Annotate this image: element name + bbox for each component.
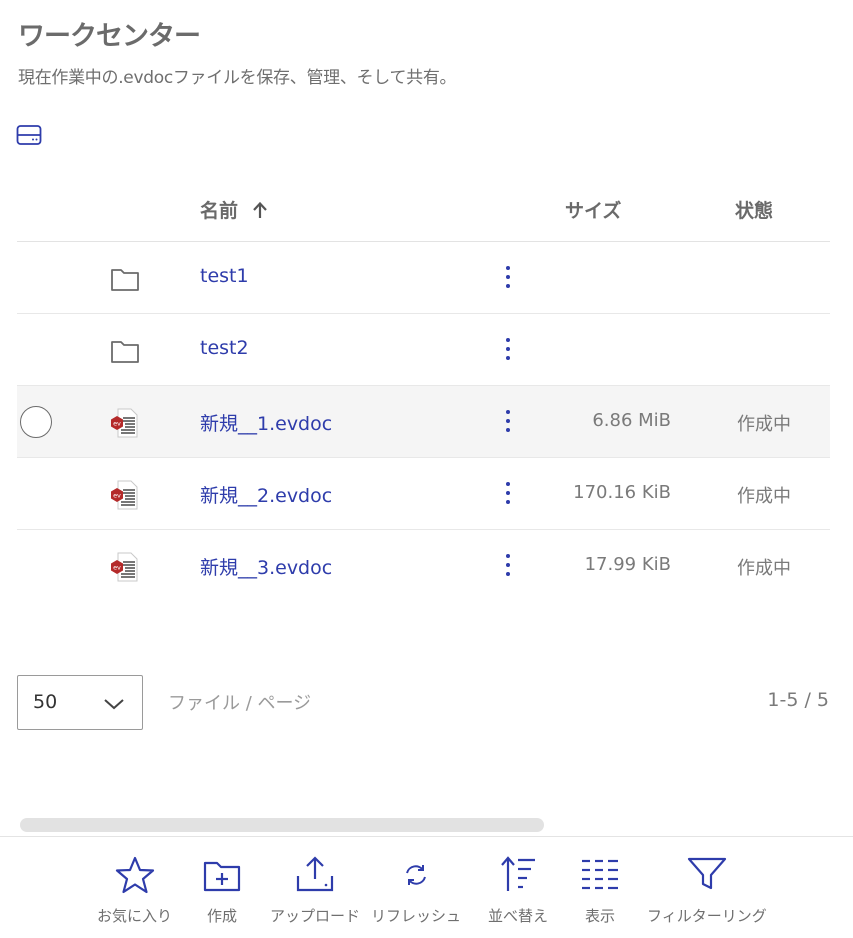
folder-icon [111, 341, 139, 363]
select-radio[interactable] [20, 406, 52, 438]
file-name-link[interactable]: 新規__3.evdoc [200, 553, 332, 580]
star-icon [115, 856, 154, 894]
page-title: ワークセンター [18, 21, 201, 52]
table-row[interactable]: test2 [17, 314, 830, 386]
page-subtitle: 現在作業中の.evdocファイルを保存、管理、そして共有。 [18, 68, 457, 88]
file-state: 作成中 [737, 558, 791, 579]
evdoc-file-icon: ev [111, 480, 138, 510]
per-page-select[interactable]: 50 [17, 675, 143, 730]
more-options-icon[interactable] [500, 336, 516, 362]
svg-text:ev: ev [113, 564, 121, 572]
svg-text:ev: ev [113, 492, 121, 500]
refresh-icon [406, 865, 426, 885]
drive-icon[interactable] [16, 124, 42, 146]
view-button[interactable]: 表示 [580, 855, 620, 926]
arrow-up-icon [253, 201, 267, 218]
upload-icon [296, 856, 334, 892]
file-state: 作成中 [737, 414, 791, 435]
column-header-name[interactable]: 名前 [200, 196, 268, 223]
horizontal-scrollbar[interactable] [20, 818, 544, 832]
more-options-icon[interactable] [500, 552, 516, 578]
favorites-button[interactable]: お気に入り [97, 855, 172, 926]
chevron-down-icon [104, 699, 124, 710]
table-row[interactable]: ev 新規__2.evdoc 170.16 KiB 作成中 [17, 458, 830, 530]
filter-icon [687, 857, 726, 890]
column-header-size[interactable]: サイズ [565, 196, 621, 223]
per-page-value: 50 [33, 691, 58, 713]
file-name-link[interactable]: test2 [200, 337, 249, 359]
folder-plus-icon [203, 861, 241, 892]
table-row[interactable]: ev 新規__3.evdoc 17.99 KiB 作成中 [17, 530, 830, 602]
table-header: 名前 サイズ 状態 [17, 176, 830, 242]
list-view-icon [582, 859, 618, 890]
more-options-icon[interactable] [500, 480, 516, 506]
more-options-icon[interactable] [500, 264, 516, 290]
more-options-icon[interactable] [500, 408, 516, 434]
create-button[interactable]: 作成 [202, 855, 242, 926]
work-center-page: ワークセンター 現在作業中の.evdocファイルを保存、管理、そして共有。 名前… [0, 0, 853, 938]
sort-icon [501, 856, 535, 891]
file-state: 作成中 [737, 486, 791, 507]
per-page-label: ファイル / ページ [168, 693, 312, 714]
filter-button[interactable]: フィルターリング [647, 855, 767, 926]
evdoc-file-icon: ev [111, 552, 138, 582]
file-name-link[interactable]: 新規__1.evdoc [200, 409, 332, 436]
upload-button[interactable]: アップロード [270, 855, 360, 926]
file-size: 170.16 KiB [573, 482, 671, 503]
file-size: 6.86 MiB [592, 410, 671, 431]
file-table: 名前 サイズ 状態 test1 test2 ev 新規__1.evdoc 6.8… [17, 176, 830, 602]
bottom-toolbar: お気に入り 作成 アップロード リフレッシュ 並べ替え 表示 フィルターリング [0, 836, 853, 938]
table-row[interactable]: ev 新規__1.evdoc 6.86 MiB 作成中 [17, 386, 830, 458]
refresh-button[interactable]: リフレッシュ [371, 855, 461, 926]
sort-button[interactable]: 並べ替え [488, 855, 548, 926]
evdoc-file-icon: ev [111, 408, 138, 438]
file-name-link[interactable]: test1 [200, 265, 249, 287]
file-size: 17.99 KiB [584, 554, 671, 575]
table-row[interactable]: test1 [17, 242, 830, 314]
pagination-range: 1-5 / 5 [767, 689, 829, 711]
file-name-link[interactable]: 新規__2.evdoc [200, 481, 332, 508]
svg-text:ev: ev [113, 420, 121, 428]
column-header-state[interactable]: 状態 [735, 196, 773, 223]
folder-icon [111, 269, 139, 291]
